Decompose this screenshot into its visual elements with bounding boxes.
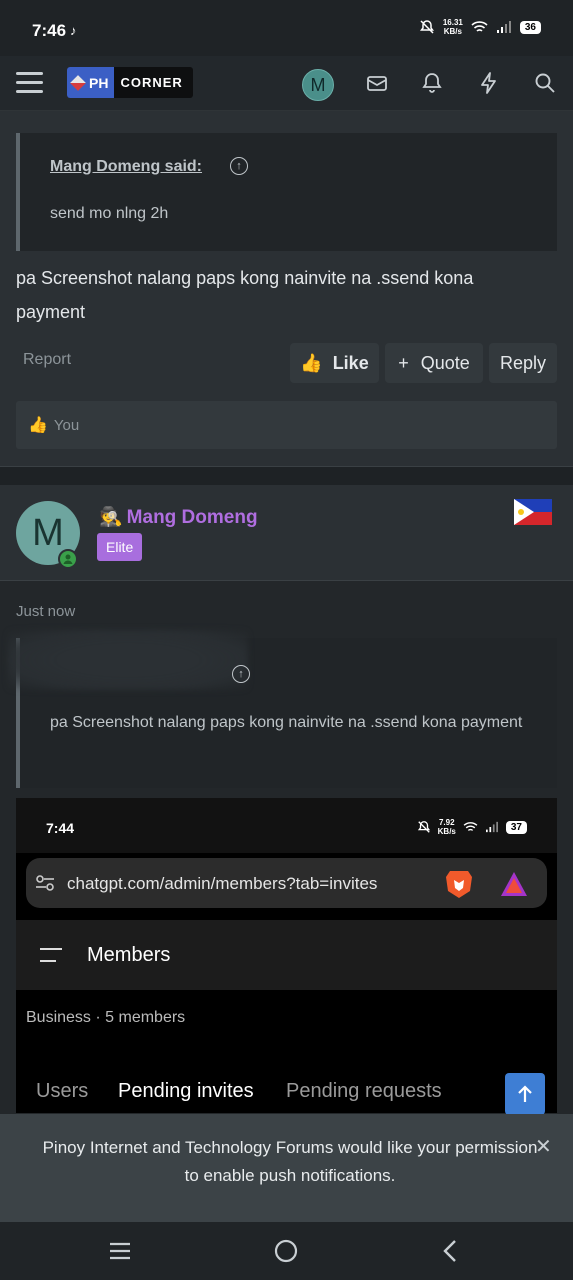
cube-icon xyxy=(70,74,86,91)
bell-muted-icon xyxy=(417,821,430,833)
redacted-author xyxy=(8,630,248,690)
speed-value: 7.92 xyxy=(438,818,455,827)
quote-label: Quote xyxy=(420,352,470,373)
post: Mang Domeng said: ↑ send mo nlng 2h pa S… xyxy=(0,111,573,466)
screenshot-header: Members xyxy=(16,920,557,990)
push-permission-toast: Pinoy Internet and Technology Forums wou… xyxy=(0,1114,573,1222)
blockquote: Mang Domeng said: ↑ send mo nlng 2h xyxy=(16,133,557,251)
attached-screenshot[interactable]: 7:44 7.92 KB/s 37 chatgpt.com/admin/memb… xyxy=(16,798,557,1113)
screenshot-title: Members xyxy=(87,944,171,966)
wifi-icon xyxy=(463,822,478,831)
network-speed: 16.31 KB/s xyxy=(443,18,463,36)
status-time: 7:46 xyxy=(32,21,67,40)
bolt-icon[interactable] xyxy=(477,71,501,95)
url-text: chatgpt.com/admin/members?tab=invites xyxy=(67,874,378,893)
screenshot-tab-pending-requests: Pending requests xyxy=(286,1080,442,1102)
tiktok-icon: ♪ xyxy=(70,23,77,38)
inbox-icon[interactable] xyxy=(365,71,389,95)
plus-icon: + xyxy=(398,352,409,373)
quote-author-link[interactable]: Mang Domeng said: xyxy=(50,158,202,176)
site-logo[interactable]: PH CORNER xyxy=(67,67,193,98)
screenshot-tab-users: Users xyxy=(36,1080,89,1102)
reply-button[interactable]: Reply xyxy=(489,343,557,383)
like-button[interactable]: 👍 Like xyxy=(290,343,379,383)
menu-icon xyxy=(40,948,62,962)
username-text: Mang Domeng xyxy=(126,507,258,528)
brave-rewards-icon xyxy=(501,872,527,896)
online-status-icon xyxy=(58,549,78,569)
logo-corner-text: CORNER xyxy=(120,75,183,90)
screenshot-status-icons: 7.92 KB/s 37 xyxy=(417,818,527,836)
screenshot-status-bar: 7:44 7.92 KB/s 37 xyxy=(16,798,557,853)
post-divider xyxy=(0,466,573,486)
close-icon[interactable]: ✕ xyxy=(535,1134,552,1159)
post-timestamp[interactable]: Just now xyxy=(16,603,75,620)
battery-indicator: 36 xyxy=(519,20,541,34)
quote-text: pa Screenshot nalang paps kong nainvite … xyxy=(50,714,523,731)
speed-unit: KB/s xyxy=(437,827,456,836)
scroll-to-top-button[interactable] xyxy=(505,1073,545,1115)
post-user-header: M 🕵 Mang Domeng Elite xyxy=(0,485,573,581)
toast-message: Pinoy Internet and Technology Forums wou… xyxy=(42,1138,538,1185)
search-icon[interactable] xyxy=(533,71,557,95)
home-icon[interactable] xyxy=(274,1239,298,1263)
speed-value: 16.31 xyxy=(442,18,463,27)
tune-icon xyxy=(36,875,54,891)
report-link[interactable]: Report xyxy=(23,351,71,369)
spy-icon: 🕵 xyxy=(99,507,123,528)
signal-icon xyxy=(485,821,498,833)
quote-text: send mo nlng 2h xyxy=(50,205,169,222)
reaction-user[interactable]: You xyxy=(54,417,79,434)
battery-indicator: 37 xyxy=(505,820,527,834)
screenshot-subtitle: Business · 5 members xyxy=(26,1009,186,1026)
arrow-up-circle-icon[interactable]: ↑ xyxy=(230,157,248,175)
top-nav: PH CORNER M xyxy=(0,56,573,111)
network-speed: 7.92 KB/s xyxy=(438,818,456,836)
signal-icon xyxy=(496,21,511,33)
quote-button[interactable]: + Quote xyxy=(385,343,483,383)
menu-icon[interactable] xyxy=(16,72,43,94)
philippines-flag-icon xyxy=(514,499,552,525)
username-link[interactable]: 🕵 Mang Domeng xyxy=(99,505,258,529)
arrow-up-icon xyxy=(518,1085,532,1102)
bell-muted-icon xyxy=(419,20,434,34)
recents-icon[interactable] xyxy=(108,1241,132,1261)
system-nav-bar xyxy=(0,1222,573,1280)
screenshot-tab-pending-invites: Pending invites xyxy=(118,1080,254,1102)
arrow-up-circle-icon[interactable]: ↑ xyxy=(232,665,250,683)
brave-lion-icon xyxy=(446,871,472,898)
status-bar: 7:46 ♪ 16.31 KB/s 36 xyxy=(0,0,573,56)
post-body: pa Screenshot nalang paps kong nainvite … xyxy=(16,268,474,322)
bell-icon[interactable] xyxy=(420,71,444,95)
logo-ph-text: PH xyxy=(89,74,109,91)
logo-ph-box: PH xyxy=(67,67,115,98)
screenshot-time: 7:44 xyxy=(46,820,75,836)
browser-url-bar: chatgpt.com/admin/members?tab=invites xyxy=(26,858,547,908)
reactions-bar[interactable]: 👍 You xyxy=(16,401,557,449)
blockquote: ↑ pa Screenshot nalang paps kong nainvit… xyxy=(8,630,557,788)
user-title-badge: Elite xyxy=(97,533,143,561)
status-icons: 16.31 KB/s 36 xyxy=(419,18,541,36)
like-label: Like xyxy=(332,352,369,373)
wifi-icon xyxy=(471,21,488,32)
thumbs-up-icon: 👍 xyxy=(300,352,323,373)
thumbs-up-icon: 👍 xyxy=(28,417,48,434)
user-avatar[interactable]: M xyxy=(302,69,334,101)
speed-unit: KB/s xyxy=(443,27,462,36)
back-icon[interactable] xyxy=(441,1239,459,1263)
